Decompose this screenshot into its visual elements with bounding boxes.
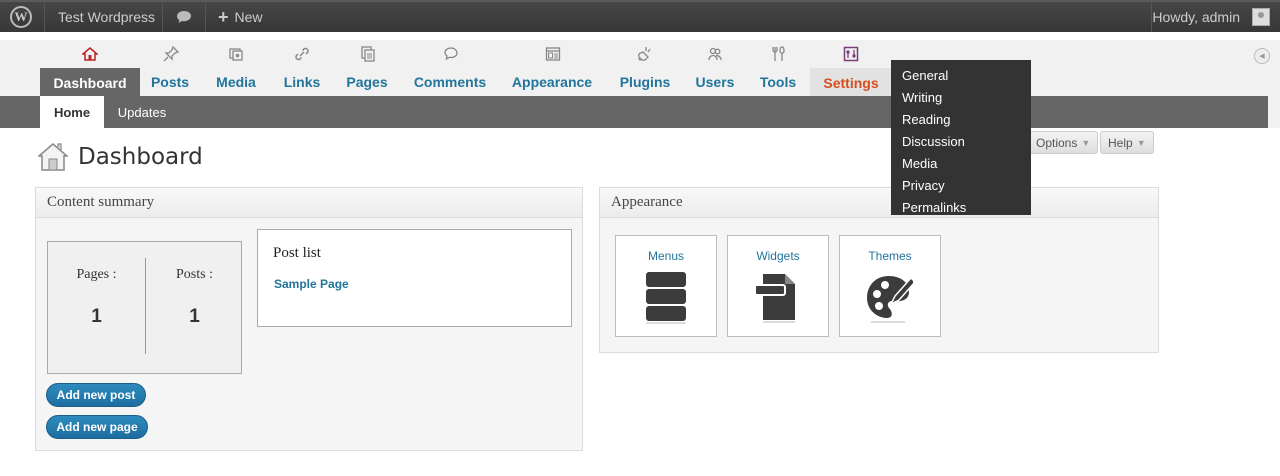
submenu-item-home[interactable]: Home bbox=[40, 96, 104, 128]
tile-label: Menus bbox=[647, 249, 685, 263]
tools-icon[interactable] bbox=[771, 46, 787, 62]
menu-icon-row bbox=[40, 40, 900, 68]
chevron-down-icon: ▼ bbox=[1081, 137, 1091, 148]
add-new-page-button[interactable]: Add new page bbox=[46, 415, 148, 439]
widgets-tile[interactable]: Widgets bbox=[727, 235, 829, 337]
screen-options-button[interactable]: Options ▼ bbox=[1028, 131, 1099, 154]
comment-icon[interactable] bbox=[443, 46, 459, 62]
options-label: Options bbox=[1036, 135, 1078, 150]
dashboard-house-icon bbox=[38, 143, 68, 171]
widgets-icon bbox=[755, 274, 795, 323]
divider bbox=[162, 2, 163, 32]
site-name-link[interactable]: Test Wordpress bbox=[58, 2, 155, 32]
themes-tile[interactable]: Themes bbox=[839, 235, 941, 337]
admin-bar: W Test Wordpress + New Howdy, admin bbox=[0, 0, 1280, 32]
plug-icon[interactable] bbox=[637, 46, 653, 62]
submenu-item-updates[interactable]: Updates bbox=[104, 96, 180, 128]
panel-title: Appearance bbox=[600, 188, 1158, 218]
pages-label: Pages : bbox=[76, 267, 117, 282]
menu-item-dashboard[interactable]: Dashboard bbox=[40, 68, 140, 96]
menu-item-settings[interactable]: Settings bbox=[810, 68, 892, 96]
link-icon[interactable] bbox=[294, 46, 310, 62]
content-summary-panel: Content summary Pages : 1 Posts : 1 Post… bbox=[35, 187, 583, 451]
chevron-down-icon: ▼ bbox=[1136, 137, 1146, 148]
dropdown-item-writing[interactable]: Writing bbox=[891, 88, 1031, 110]
pin-icon[interactable] bbox=[163, 46, 179, 62]
menu-label: Dashboard bbox=[53, 75, 127, 91]
menu-label: Settings bbox=[823, 75, 879, 91]
admin-menu: Dashboard Posts Media Links Pages Commen… bbox=[0, 40, 1280, 128]
menus-icon bbox=[646, 272, 686, 324]
menu-label: Appearance bbox=[511, 74, 593, 90]
dropdown-item-general[interactable]: General bbox=[891, 66, 1031, 88]
collapse-menu-icon[interactable]: ◀ bbox=[1254, 48, 1270, 64]
new-label: New bbox=[234, 9, 263, 25]
help-button[interactable]: Help ▼ bbox=[1100, 131, 1154, 154]
settings-icon[interactable] bbox=[843, 46, 859, 62]
tile-label: Themes bbox=[868, 249, 912, 263]
menu-label: Pages bbox=[346, 74, 388, 90]
stats-box: Pages : 1 Posts : 1 bbox=[47, 241, 242, 374]
help-label: Help bbox=[1108, 135, 1133, 150]
menu-label: Comments bbox=[413, 74, 487, 90]
appearance-icon[interactable] bbox=[545, 46, 561, 62]
post-list-title: Post list bbox=[273, 245, 321, 261]
users-icon[interactable] bbox=[707, 46, 723, 62]
comment-bubble-icon[interactable] bbox=[176, 2, 192, 32]
dropdown-item-discussion[interactable]: Discussion bbox=[891, 132, 1031, 154]
menu-label: Posts bbox=[150, 74, 190, 90]
palette-brush-icon bbox=[867, 276, 913, 323]
posts-stat: Posts : 1 bbox=[146, 242, 243, 375]
home-icon[interactable] bbox=[82, 46, 98, 62]
settings-dropdown: General Writing Reading Discussion Media… bbox=[891, 60, 1031, 215]
pages-count: 1 bbox=[91, 306, 102, 327]
appearance-panel: Appearance Menus Widgets Themes bbox=[599, 187, 1159, 353]
divider bbox=[205, 2, 206, 32]
dropdown-item-reading[interactable]: Reading bbox=[891, 110, 1031, 132]
menu-label: Users bbox=[695, 74, 735, 90]
add-new-post-button[interactable]: Add new post bbox=[46, 383, 146, 407]
account-menu[interactable]: Howdy, admin bbox=[1152, 2, 1240, 32]
posts-label: Posts : bbox=[176, 267, 213, 282]
panel-title: Content summary bbox=[36, 188, 582, 218]
pages-icon[interactable] bbox=[360, 46, 376, 62]
tile-label: Widgets bbox=[756, 249, 800, 263]
dropdown-item-media[interactable]: Media bbox=[891, 154, 1031, 176]
new-content-button[interactable]: + New bbox=[218, 2, 263, 32]
menu-label: Links bbox=[283, 74, 321, 90]
page-header: Dashboard bbox=[38, 142, 203, 172]
post-list-box: Post list Sample Page bbox=[257, 229, 572, 327]
menu-label: Tools bbox=[759, 74, 797, 90]
divider bbox=[44, 2, 45, 32]
dropdown-item-permalinks[interactable]: Permalinks bbox=[891, 198, 1031, 220]
posts-count: 1 bbox=[189, 306, 200, 327]
menus-tile[interactable]: Menus bbox=[615, 235, 717, 337]
dropdown-item-privacy[interactable]: Privacy bbox=[891, 176, 1031, 198]
pages-stat: Pages : 1 bbox=[48, 242, 145, 375]
page-title: Dashboard bbox=[78, 144, 203, 170]
avatar[interactable] bbox=[1252, 8, 1270, 26]
plus-icon: + bbox=[218, 6, 229, 27]
media-icon[interactable] bbox=[228, 46, 244, 62]
menu-label: Media bbox=[216, 74, 256, 90]
submenu-bar: Home Updates bbox=[0, 96, 1268, 128]
post-list-item-link[interactable]: Sample Page bbox=[274, 277, 349, 291]
wordpress-logo-icon[interactable]: W bbox=[10, 2, 34, 32]
menu-label: Plugins bbox=[619, 74, 671, 90]
